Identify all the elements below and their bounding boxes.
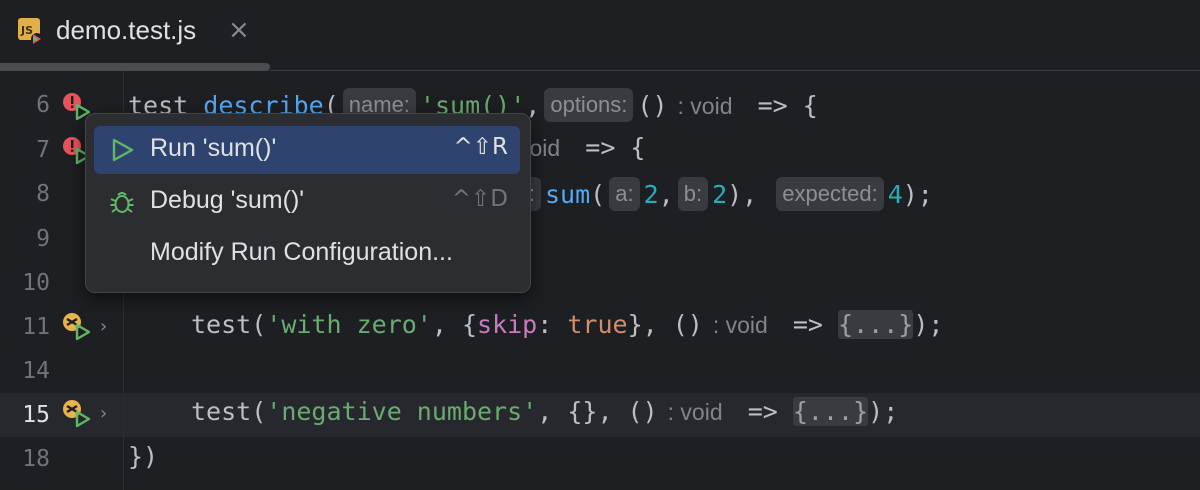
line-number: 14 bbox=[22, 358, 50, 384]
close-icon[interactable]: × bbox=[228, 15, 250, 45]
line-number: 8 bbox=[36, 181, 50, 207]
code-line-7[interactable]: void => { bbox=[518, 133, 645, 162]
code-line-15[interactable]: test('negative numbers', {}, (): void =>… bbox=[191, 397, 898, 426]
code-token: => { bbox=[757, 91, 818, 120]
run-test-skipped-icon[interactable] bbox=[62, 399, 92, 429]
code-token: => bbox=[747, 397, 778, 426]
keyboard-shortcut: ^⇧R bbox=[453, 134, 508, 160]
line-number: 15 bbox=[22, 402, 50, 428]
function-name: test bbox=[191, 310, 252, 339]
code-token: {} bbox=[567, 397, 598, 426]
active-tab-indicator bbox=[0, 63, 270, 71]
param-hint: b: bbox=[677, 177, 709, 211]
line-number: 9 bbox=[36, 226, 50, 252]
folded-block[interactable]: {...} bbox=[792, 397, 869, 426]
code-token: }) bbox=[128, 442, 159, 471]
code-line-8[interactable]: l:sum(a:2,b:2), expected:4); bbox=[518, 177, 933, 211]
string-literal: 'negative numbers' bbox=[266, 397, 538, 426]
run-test-skipped-icon[interactable] bbox=[62, 312, 92, 342]
tab-demo-test-js[interactable]: JS demo.test.js × bbox=[0, 0, 270, 71]
param-hint: a: bbox=[609, 177, 640, 211]
popup-item-modify-run-configuration[interactable]: Modify Run Configuration... bbox=[94, 230, 520, 278]
javascript-test-file-icon: JS bbox=[18, 18, 43, 45]
code-line-11[interactable]: test('with zero', {skip: true}, (): void… bbox=[191, 310, 943, 339]
expand-chevron-icon[interactable]: › bbox=[100, 403, 107, 424]
popup-item-run[interactable]: Run 'sum()' ^⇧R bbox=[94, 126, 520, 174]
function-name: test bbox=[191, 397, 252, 426]
code-token: () bbox=[637, 91, 668, 120]
boolean-literal: true bbox=[567, 310, 628, 339]
code-token: => bbox=[792, 310, 823, 339]
code-token: () bbox=[672, 310, 703, 339]
popup-item-label: Debug 'sum()' bbox=[150, 186, 305, 214]
tab-bar: JS demo.test.js × bbox=[0, 0, 1200, 71]
tab-label: demo.test.js bbox=[56, 15, 197, 45]
param-hint: options: bbox=[544, 88, 634, 122]
line-number: 18 bbox=[22, 446, 50, 472]
object-key: skip bbox=[477, 310, 538, 339]
line-number: 7 bbox=[36, 137, 50, 163]
line-number: 11 bbox=[22, 314, 50, 340]
line-number: 10 bbox=[22, 270, 50, 296]
popup-item-label: Run 'sum()' bbox=[150, 134, 277, 162]
param-hint: expected: bbox=[776, 177, 884, 211]
popup-item-debug[interactable]: Debug 'sum()' ^⇧D bbox=[94, 178, 520, 226]
code-line-18[interactable]: }) bbox=[128, 442, 158, 471]
tab-bar-divider bbox=[270, 70, 1200, 71]
line-number: 6 bbox=[36, 92, 50, 118]
svg-text:JS: JS bbox=[20, 24, 33, 37]
run-icon bbox=[112, 138, 134, 162]
code-token: => { bbox=[585, 133, 646, 162]
debug-icon bbox=[110, 192, 134, 213]
code-token: () bbox=[627, 397, 658, 426]
folded-block[interactable]: {...} bbox=[838, 310, 914, 339]
popup-item-label: Modify Run Configuration... bbox=[150, 238, 453, 266]
number-literal: 4 bbox=[887, 180, 903, 209]
string-literal: 'with zero' bbox=[266, 310, 432, 339]
type-hint: : void bbox=[712, 312, 768, 338]
type-hint: : void bbox=[667, 399, 723, 425]
function-name: sum bbox=[545, 180, 591, 209]
expand-chevron-icon[interactable]: › bbox=[100, 316, 107, 337]
keyboard-shortcut: ^⇧D bbox=[451, 186, 508, 212]
number-literal: 2 bbox=[643, 180, 659, 209]
run-context-popup: Run 'sum()' ^⇧R Debug 'sum()' ^⇧D Modify… bbox=[85, 113, 531, 293]
type-hint: : void bbox=[677, 93, 733, 119]
number-literal: 2 bbox=[712, 180, 728, 209]
